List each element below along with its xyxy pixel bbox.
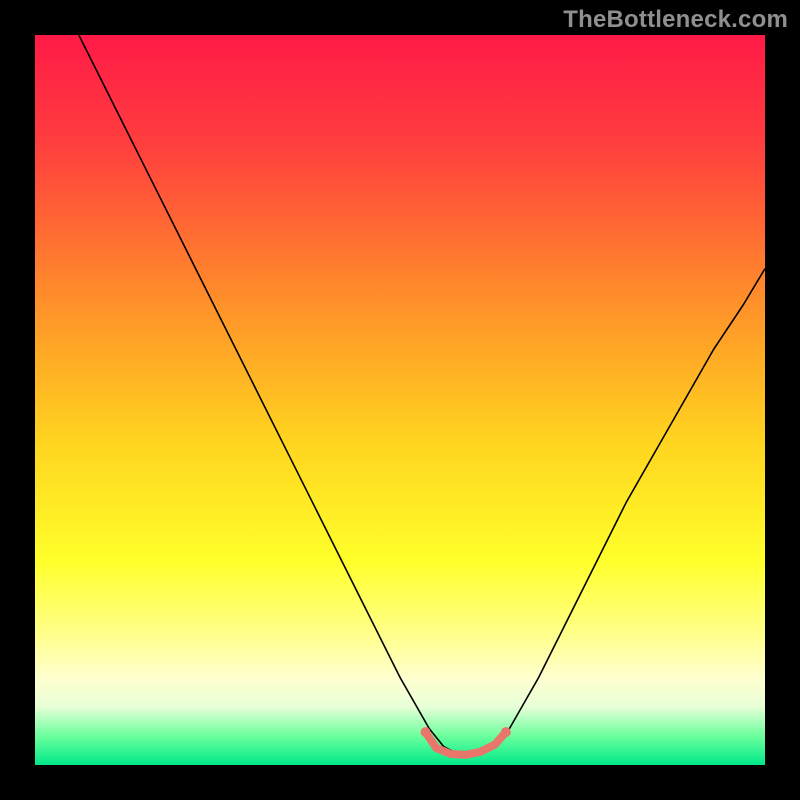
gradient-background (35, 35, 765, 765)
chart-frame: TheBottleneck.com (0, 0, 800, 800)
bottleneck-chart (35, 35, 765, 765)
highlight-endpoint-dot (421, 727, 431, 737)
watermark-label: TheBottleneck.com (563, 6, 788, 34)
plot-area (35, 35, 765, 765)
highlight-endpoint-dot (501, 727, 511, 737)
